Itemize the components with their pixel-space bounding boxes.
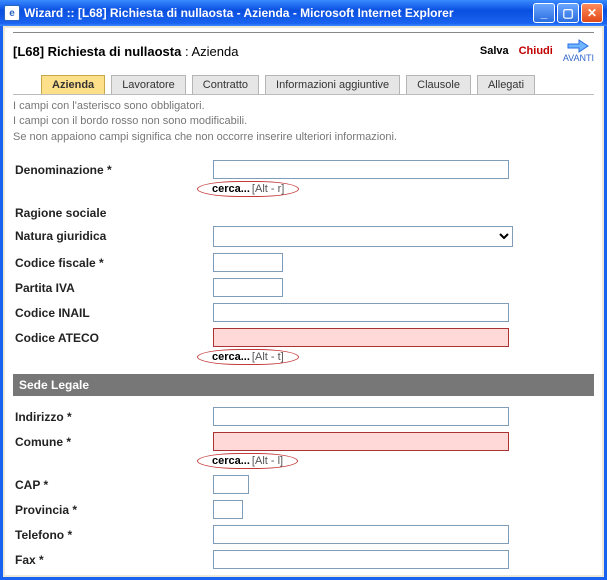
- input-denominazione[interactable]: [213, 160, 509, 179]
- tab-lavoratore[interactable]: Lavoratore: [111, 75, 186, 94]
- tab-info-aggiuntive[interactable]: Informazioni aggiuntive: [265, 75, 400, 94]
- arrow-right-icon: [567, 39, 589, 53]
- close-link[interactable]: Chiudi: [519, 45, 553, 57]
- hint-block: I campi con l'asterisco sono obbligatori…: [13, 95, 594, 153]
- window-minimize-button[interactable]: _: [533, 3, 555, 23]
- search-denominazione[interactable]: cerca... [Alt - r]: [197, 181, 299, 197]
- tab-allegati[interactable]: Allegati: [477, 75, 535, 94]
- page-header: [L68] Richiesta di nullaosta : Azienda S…: [13, 32, 594, 69]
- input-comune: [213, 432, 509, 451]
- window-close-button[interactable]: ✕: [581, 3, 603, 23]
- page-title-code: [L68] Richiesta di nullaosta: [13, 44, 181, 59]
- input-codice-fiscale[interactable]: [213, 253, 283, 272]
- input-partita-iva[interactable]: [213, 278, 283, 297]
- page-title-sub: Azienda: [191, 44, 238, 59]
- select-natura-giuridica[interactable]: [213, 226, 513, 247]
- input-indirizzo[interactable]: [213, 407, 509, 426]
- label-fax: Fax *: [13, 550, 213, 567]
- label-codice-inail: Codice INAIL: [13, 303, 213, 320]
- save-link[interactable]: Salva: [480, 45, 509, 57]
- label-partita-iva: Partita IVA: [13, 278, 213, 295]
- app-icon: e: [4, 5, 20, 21]
- window-titlebar: e Wizard :: [L68] Richiesta di nullaosta…: [0, 0, 607, 26]
- window-buttons: _ ▢ ✕: [533, 3, 603, 23]
- search-label: cerca...: [212, 183, 250, 195]
- next-button[interactable]: AVANTI: [563, 39, 594, 63]
- label-cap: CAP *: [13, 475, 213, 492]
- label-natura-giuridica: Natura giuridica: [13, 226, 213, 243]
- hint-readonly: I campi con il bordo rosso non sono modi…: [13, 114, 594, 129]
- label-codice-ateco: Codice ATECO: [13, 328, 213, 345]
- input-telefono[interactable]: [213, 525, 509, 544]
- label-telefono: Telefono *: [13, 525, 213, 542]
- input-fax[interactable]: [213, 550, 509, 569]
- tab-clausole[interactable]: Clausole: [406, 75, 471, 94]
- label-ragione-sociale: Ragione sociale: [13, 203, 213, 220]
- label-provincia: Provincia *: [13, 500, 213, 517]
- tab-bar: Azienda Lavoratore Contratto Informazion…: [13, 71, 594, 95]
- label-denominazione: Denominazione *: [13, 160, 213, 177]
- search-comune[interactable]: cerca... [Alt - l]: [197, 453, 298, 469]
- input-codice-inail[interactable]: [213, 303, 509, 322]
- window-title: Wizard :: [L68] Richiesta di nullaosta -…: [24, 6, 454, 20]
- search-shortcut-r: [Alt - r]: [252, 183, 284, 195]
- hint-nofields: Se non appaiono campi significa che non …: [13, 130, 594, 145]
- search-label-3: cerca...: [212, 455, 250, 467]
- label-codice-fiscale: Codice fiscale *: [13, 253, 213, 270]
- input-codice-ateco: [213, 328, 509, 347]
- page-title-sep: :: [181, 44, 191, 59]
- next-label: AVANTI: [563, 53, 594, 63]
- section-sede-legale: Sede Legale: [13, 374, 594, 396]
- label-indirizzo: Indirizzo *: [13, 407, 213, 424]
- tab-azienda[interactable]: Azienda: [41, 75, 105, 94]
- window-maximize-button[interactable]: ▢: [557, 3, 579, 23]
- label-comune: Comune *: [13, 432, 213, 449]
- search-ateco[interactable]: cerca... [Alt - t]: [197, 349, 299, 365]
- search-label-2: cerca...: [212, 351, 250, 363]
- hint-required: I campi con l'asterisco sono obbligatori…: [13, 99, 594, 114]
- tab-contratto[interactable]: Contratto: [192, 75, 259, 94]
- page-title: [L68] Richiesta di nullaosta : Azienda: [13, 44, 238, 59]
- search-shortcut-l: [Alt - l]: [252, 455, 283, 467]
- search-shortcut-t: [Alt - t]: [252, 351, 284, 363]
- input-provincia[interactable]: [213, 500, 243, 519]
- input-cap[interactable]: [213, 475, 249, 494]
